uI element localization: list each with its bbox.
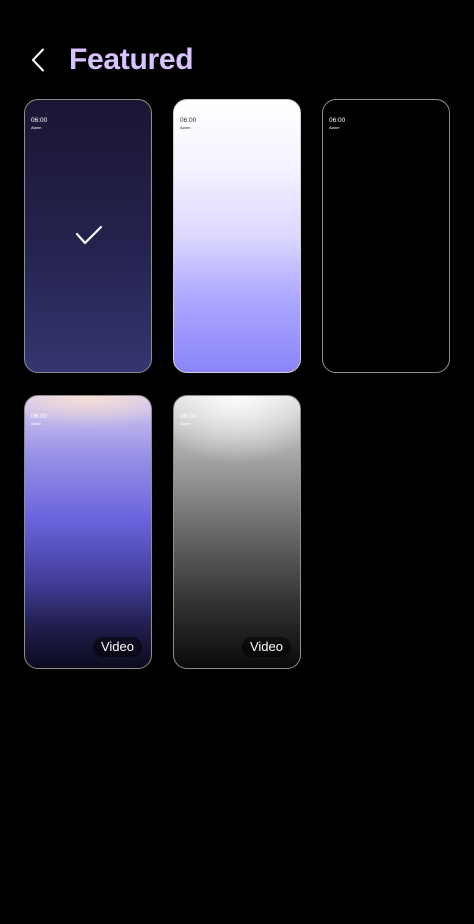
lock-screen-clock: 06:00 (31, 117, 48, 124)
lock-screen-subtext: Alarm (31, 125, 42, 130)
video-badge: Video (92, 637, 142, 657)
video-badge: Video (241, 637, 291, 657)
lock-screen-clock: 06:00 (31, 413, 48, 420)
wallpaper-thumbnail-2[interactable]: 06:00 Alarm (173, 99, 301, 373)
lock-screen-clock: 06:00 (180, 117, 197, 124)
wallpaper-thumbnail-5[interactable]: 06:00 Alarm Video (173, 395, 301, 669)
lock-screen-subtext: Alarm (329, 125, 340, 130)
lock-screen-subtext: Alarm (180, 125, 191, 130)
wallpaper-thumbnail-4[interactable]: 06:00 Alarm Video (24, 395, 152, 669)
lock-screen-clock: 06:00 (329, 117, 346, 124)
lock-screen-subtext: Alarm (180, 421, 191, 426)
wallpaper-thumbnail-3[interactable]: 06:00 Alarm (322, 99, 450, 373)
lock-screen-clock: 06:00 (180, 413, 197, 420)
lock-screen-subtext: Alarm (31, 421, 42, 426)
chevron-left-icon (32, 48, 44, 72)
app-header: Featured (0, 0, 474, 100)
checkmark-icon (75, 225, 103, 245)
back-button[interactable] (18, 38, 58, 82)
page-title: Featured (69, 43, 194, 76)
wallpaper-thumbnail-1[interactable]: 06:00 Alarm (24, 99, 152, 373)
